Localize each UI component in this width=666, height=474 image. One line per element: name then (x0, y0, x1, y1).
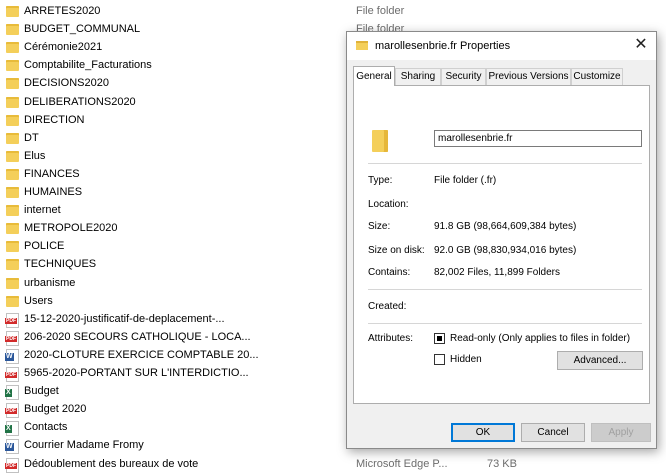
pdf-icon (5, 457, 19, 473)
type-value: File folder (.fr) (434, 175, 497, 186)
folder-icon (6, 78, 19, 90)
pdf-icon (5, 403, 19, 419)
folder-icon (6, 168, 19, 180)
folder-icon (6, 132, 19, 144)
folder-icon (6, 150, 19, 162)
general-panel: Type: File folder (.fr) Location: Size: … (353, 85, 650, 404)
file-name: FINANCES (24, 167, 80, 180)
pdf-icon (5, 312, 19, 328)
folder-icon (356, 41, 368, 50)
folder-icon (372, 130, 388, 152)
file-name: ARRETES2020 (24, 5, 101, 17)
list-item[interactable]: ARRETES2020 File folder (0, 3, 666, 21)
pdf-icon (5, 330, 19, 346)
file-name: 5965-2020-PORTANT SUR L'INTERDICTIO... (24, 367, 249, 379)
file-size: 73 KB (487, 457, 517, 470)
file-name: Cérémonie2021 (24, 41, 103, 54)
separator (368, 289, 642, 290)
cancel-button[interactable]: Cancel (521, 423, 585, 442)
ok-button[interactable]: OK (451, 423, 515, 442)
size-label: Size: (368, 221, 391, 232)
file-name: 206-2020 SECOURS CATHOLIQUE - LOCA... (24, 330, 251, 343)
created-label: Created: (368, 301, 407, 312)
folder-icon (6, 60, 19, 72)
folder-icon (6, 114, 19, 126)
dialog-title: marollesenbrie.fr Properties (375, 40, 511, 52)
folder-icon (6, 42, 19, 54)
tab-security[interactable]: Security (441, 68, 486, 85)
file-name: Comptabilite_Facturations (24, 59, 152, 72)
file-name: Contacts (24, 421, 68, 434)
word-icon (5, 439, 19, 455)
advanced-button[interactable]: Advanced... (557, 351, 643, 370)
hidden-checkbox[interactable] (434, 354, 445, 365)
type-label: Type: (368, 175, 393, 186)
file-name: DELIBERATIONS2020 (24, 95, 136, 108)
folder-icon (6, 295, 19, 307)
hidden-label[interactable]: Hidden (450, 354, 482, 365)
folder-icon (6, 259, 19, 271)
folder-icon (6, 223, 19, 235)
properties-dialog: marollesenbrie.fr Properties ✕ General S… (346, 31, 657, 449)
file-name: 2020-CLOTURE EXERCICE COMPTABLE 20... (24, 348, 259, 361)
file-name: DT (24, 131, 39, 144)
tab-customize[interactable]: Customize (571, 68, 623, 85)
file-name: DIRECTION (24, 113, 85, 126)
file-name: Budget 2020 (24, 403, 87, 416)
file-name: internet (24, 204, 61, 217)
excel-icon (5, 385, 19, 401)
file-name: METROPOLE2020 (24, 222, 118, 235)
file-name: BUDGET_COMMUNAL (24, 23, 141, 36)
size-value: 91.8 GB (98,664,609,384 bytes) (434, 221, 577, 232)
folder-icon (6, 205, 19, 217)
file-name: 15-12-2020-justificatif-de-deplacement-.… (24, 312, 225, 325)
file-name: Budget (24, 385, 59, 398)
folder-name-input[interactable] (434, 130, 642, 147)
file-name: POLICE (24, 240, 65, 253)
file-name: Elus (24, 149, 46, 162)
tab-bar: General Sharing Security Previous Versio… (353, 66, 653, 86)
pdf-icon (5, 367, 19, 382)
folder-icon (6, 187, 19, 198)
readonly-checkbox[interactable] (434, 333, 445, 344)
folder-icon (6, 96, 19, 108)
tab-general[interactable]: General (353, 66, 395, 86)
folder-icon (6, 241, 19, 253)
readonly-label[interactable]: Read-only (Only applies to files in fold… (450, 333, 630, 344)
separator (368, 323, 642, 324)
tab-sharing[interactable]: Sharing (395, 68, 441, 85)
file-name: Dédoublement des bureaux de vote (24, 457, 199, 470)
contains-label: Contains: (368, 267, 411, 278)
apply-button[interactable]: Apply (591, 423, 651, 442)
size-on-disk-value: 92.0 GB (98,830,934,016 bytes) (434, 245, 577, 256)
folder-icon (6, 6, 19, 17)
folder-icon (6, 24, 19, 36)
excel-icon (5, 421, 19, 437)
file-type: Microsoft Edge P... (356, 457, 448, 470)
file-name: HUMAINES (24, 186, 83, 198)
close-button[interactable]: ✕ (626, 32, 656, 60)
file-type: File folder (356, 5, 405, 17)
separator (368, 163, 642, 164)
location-label: Location: (368, 199, 409, 210)
size-on-disk-label: Size on disk: (368, 245, 425, 256)
dialog-titlebar[interactable]: marollesenbrie.fr Properties ✕ (347, 32, 656, 60)
list-item[interactable]: Dédoublement des bureaux de vote Microsof… (0, 456, 666, 474)
file-name: Users (24, 294, 53, 307)
file-name: TECHNIQUES (24, 258, 97, 271)
folder-icon (6, 277, 19, 289)
attributes-label: Attributes: (368, 333, 414, 344)
file-name: Courrier Madame Fromy (24, 439, 144, 452)
file-name: urbanisme (24, 276, 76, 289)
contains-value: 82,002 Files, 11,899 Folders (434, 267, 561, 278)
file-name: DECISIONS2020 (24, 77, 109, 90)
tab-previous-versions[interactable]: Previous Versions (486, 68, 571, 85)
word-icon (5, 348, 19, 364)
